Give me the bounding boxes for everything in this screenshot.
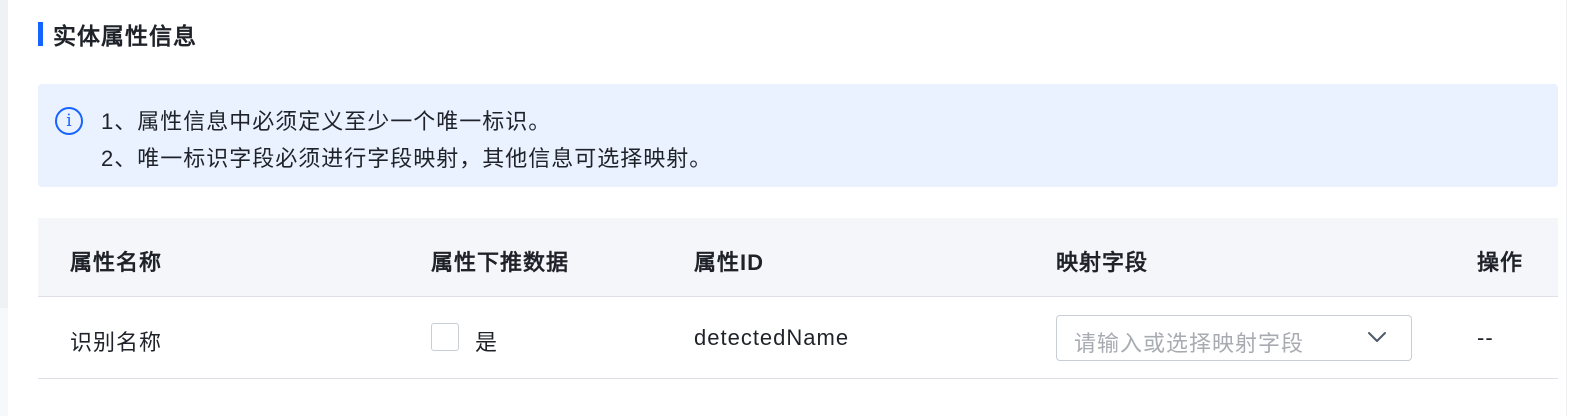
push-data-checkbox[interactable] xyxy=(431,323,459,351)
mapping-field-select[interactable]: 请输入或选择映射字段 xyxy=(1056,315,1412,361)
attribute-table: 属性名称 属性下推数据 属性ID 映射字段 操作 识别名称 是 detected… xyxy=(38,218,1558,379)
chevron-down-icon[interactable] xyxy=(1366,326,1388,348)
push-data-checkbox-label[interactable]: 是 xyxy=(475,325,497,357)
section-title: 实体属性信息 xyxy=(38,20,197,49)
left-panel-edge-lower xyxy=(0,308,8,416)
column-header-attr-name: 属性名称 xyxy=(70,250,163,275)
notice-line-1: 1、属性信息中必须定义至少一个唯一标识。 xyxy=(101,109,552,134)
column-header-operation: 操作 xyxy=(1477,250,1524,275)
section-title-text: 实体属性信息 xyxy=(53,23,197,49)
info-circle-icon: i xyxy=(55,107,83,135)
title-accent-bar xyxy=(38,22,43,46)
notice-line-2: 2、唯一标识字段必须进行字段映射，其他信息可选择映射。 xyxy=(101,146,713,171)
table-header: 属性名称 属性下推数据 属性ID 映射字段 操作 xyxy=(38,218,1558,297)
column-header-mapping-field: 映射字段 xyxy=(1056,250,1149,275)
mapping-field-placeholder: 请输入或选择映射字段 xyxy=(1074,331,1305,356)
table-row: 识别名称 是 detectedName 请输入或选择映射字段 -- xyxy=(38,297,1558,379)
right-panel-edge xyxy=(1566,0,1580,416)
attr-id-cell: detectedName xyxy=(694,325,850,350)
operation-cell: -- xyxy=(1477,325,1494,350)
column-header-attr-id: 属性ID xyxy=(694,250,765,275)
attr-name-cell: 识别名称 xyxy=(70,330,163,355)
info-notice: i 1、属性信息中必须定义至少一个唯一标识。 2、唯一标识字段必须进行字段映射，… xyxy=(38,84,1558,187)
column-header-push-data: 属性下推数据 xyxy=(431,250,570,275)
